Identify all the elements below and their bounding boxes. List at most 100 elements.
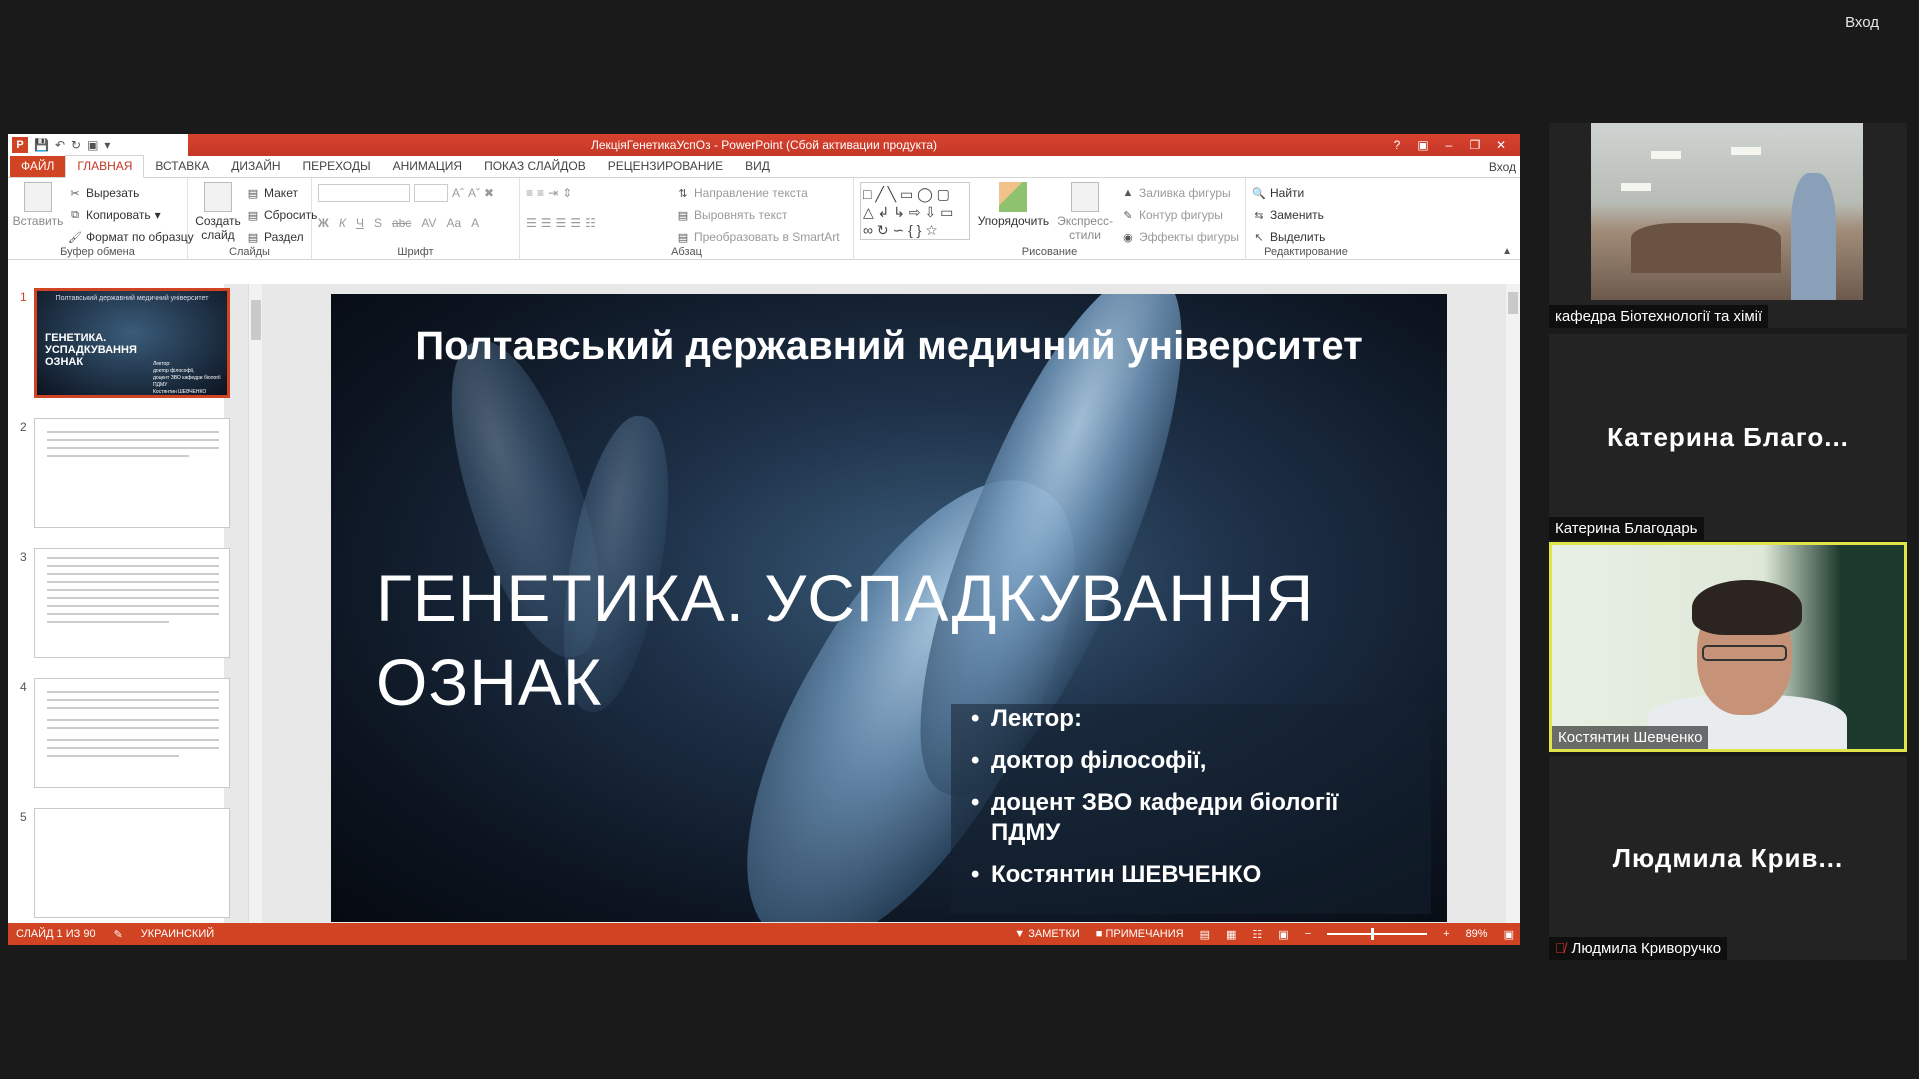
help-icon[interactable]: ?	[1384, 134, 1410, 156]
font-size-input[interactable]	[414, 184, 448, 202]
tab-transitions[interactable]: ПЕРЕХОДЫ	[292, 156, 382, 177]
thumbnail-scrollbar[interactable]	[248, 284, 262, 923]
replace-button[interactable]: ⇆ Заменить	[1252, 204, 1360, 226]
bullets-icon[interactable]: ≡	[526, 186, 533, 200]
text-direction-button[interactable]: ⇅ Направление текста	[676, 182, 840, 204]
login-link[interactable]: Вход	[1489, 160, 1516, 174]
window-title: ЛекціяГенетикаУспОз - PowerPoint (Сбой а…	[590, 138, 938, 152]
thumb-number: 1	[20, 290, 27, 304]
shape-fill-button[interactable]: ▲ Заливка фигуры	[1121, 182, 1239, 204]
shape-effects-button[interactable]: ◉ Эффекты фигуры	[1121, 226, 1239, 248]
reading-view-icon[interactable]: ☷	[1252, 928, 1262, 941]
align-center-icon[interactable]: ☰	[541, 216, 552, 230]
thumb-slide-5[interactable]	[34, 808, 230, 918]
font-color-button[interactable]: A	[471, 216, 479, 230]
shadow-button[interactable]: S	[374, 216, 382, 230]
paste-button[interactable]: Вставить	[13, 182, 63, 248]
zoom-slider[interactable]	[1327, 928, 1428, 940]
normal-view-icon[interactable]: ▤	[1200, 928, 1210, 941]
customize-icon[interactable]: ▾	[104, 138, 110, 152]
participant-tile-active-speaker[interactable]: Костянтин Шевченко	[1549, 542, 1907, 752]
bold-button[interactable]: Ж	[318, 216, 329, 230]
participant-tile[interactable]: Катерина Благо... Катерина Благодарь	[1549, 334, 1907, 540]
powerpoint-logo-icon: P	[12, 137, 28, 153]
grow-font-icon[interactable]: Aˆ	[452, 186, 464, 200]
quick-access-toolbar: P 💾 ↶ ↻ ▣ ▾	[8, 134, 188, 156]
underline-button[interactable]: Ч	[356, 216, 364, 230]
thumb-slide-3[interactable]	[34, 548, 230, 658]
start-show-icon[interactable]: ▣	[87, 138, 98, 152]
align-right-icon[interactable]: ☰	[556, 216, 567, 230]
align-text-button[interactable]: ▤ Выровнять текст	[676, 204, 840, 226]
section-button[interactable]: ▤ Раздел	[246, 226, 317, 248]
thumb-number: 3	[20, 550, 27, 564]
font-name-input[interactable]	[318, 184, 410, 202]
case-button[interactable]: Aa	[446, 216, 461, 230]
shrink-font-icon[interactable]: Aˇ	[468, 186, 480, 200]
spellcheck-icon[interactable]: ✎	[114, 928, 123, 941]
format-painter-button[interactable]: 🖌 Формат по образцу	[68, 226, 194, 248]
save-icon[interactable]: 💾	[34, 138, 49, 152]
shape-outline-button[interactable]: ✎ Контур фигуры	[1121, 204, 1239, 226]
participant-display-name: Людмила Крив...	[1612, 842, 1844, 873]
align-buttons[interactable]: ☰ ☰ ☰ ☰ ☷	[526, 212, 666, 234]
smartart-icon: ▤	[677, 231, 689, 244]
slide-canvas[interactable]: Полтавський державний медичний університ…	[331, 294, 1447, 922]
tab-design[interactable]: ДИЗАЙН	[220, 156, 291, 177]
slideshow-view-icon[interactable]: ▣	[1278, 928, 1288, 941]
thumb-slide-2[interactable]	[34, 418, 230, 528]
reset-button[interactable]: ▤ Сбросить	[246, 204, 318, 226]
clear-format-icon[interactable]: ✖	[484, 186, 494, 200]
signin-link[interactable]: Вход	[1845, 14, 1879, 31]
zoom-out-button[interactable]: −	[1305, 928, 1311, 940]
thumb-slide-4[interactable]	[34, 678, 230, 788]
tab-view[interactable]: ВИД	[734, 156, 781, 177]
select-button[interactable]: ↖ Выделить	[1252, 226, 1360, 248]
collapse-ribbon-icon[interactable]: ▲	[1502, 246, 1512, 257]
minimize-icon[interactable]: –	[1436, 134, 1462, 156]
justify-icon[interactable]: ☰	[570, 216, 581, 230]
tab-home[interactable]: ГЛАВНАЯ	[65, 155, 145, 178]
new-slide-button[interactable]: Создать слайд	[194, 182, 242, 248]
tab-insert[interactable]: ВСТАВКА	[144, 156, 220, 177]
close-icon[interactable]: ✕	[1488, 134, 1514, 156]
list-buttons[interactable]: ≡ ≡ ⇥ ⇕	[526, 182, 666, 204]
ribbon-display-icon[interactable]: ▣	[1410, 134, 1436, 156]
shapes-gallery[interactable]: □ ╱ ╲ ▭ ◯ ▢ △ ↲ ↳ ⇨ ⇩ ▭ ∞ ↻ ∽ { } ☆	[860, 182, 970, 240]
tab-review[interactable]: РЕЦЕНЗИРОВАНИЕ	[597, 156, 734, 177]
numbering-icon[interactable]: ≡	[537, 186, 544, 200]
new-slide-icon	[204, 182, 232, 212]
find-button[interactable]: 🔍 Найти	[1252, 182, 1360, 204]
participant-tile[interactable]: Людмила Крив... 🎙̸ Людмила Криворучко	[1549, 756, 1907, 960]
comments-button[interactable]: ■ ПРИМЕЧАНИЯ	[1096, 928, 1184, 940]
participant-tile[interactable]: кафедра Біотехнології та хімії	[1549, 123, 1907, 328]
tab-file[interactable]: ФАЙЛ	[10, 156, 66, 177]
layout-button[interactable]: ▤ Макет	[246, 182, 317, 204]
smartart-button[interactable]: ▤ Преобразовать в SmartArt	[676, 226, 840, 248]
indent-icon[interactable]: ⇥	[548, 186, 558, 200]
undo-icon[interactable]: ↶	[55, 138, 65, 152]
quick-styles-button[interactable]: Экспресс-стили	[1057, 182, 1113, 248]
language-indicator[interactable]: УКРАИНСКИЙ	[141, 928, 214, 941]
tab-animation[interactable]: АНИМАЦИЯ	[382, 156, 473, 177]
zoom-level[interactable]: 89%	[1466, 928, 1488, 940]
cut-button[interactable]: ✂ Вырезать	[68, 182, 194, 204]
arrange-button[interactable]: Упорядочить	[978, 182, 1049, 248]
sorter-view-icon[interactable]: ▦	[1226, 928, 1236, 941]
strike-button[interactable]: abc	[392, 216, 411, 230]
slide-scrollbar[interactable]	[1506, 284, 1520, 923]
spacing-button[interactable]: AV	[421, 216, 436, 230]
italic-button[interactable]: К	[339, 216, 346, 230]
zoom-in-button[interactable]: +	[1443, 928, 1449, 940]
redo-icon[interactable]: ↻	[71, 138, 81, 152]
line-spacing-icon[interactable]: ⇕	[562, 186, 572, 200]
fit-slide-icon[interactable]: ▣	[1504, 928, 1514, 941]
notes-button[interactable]: ▼ ЗАМЕТКИ	[1014, 928, 1079, 940]
restore-icon[interactable]: ❐	[1462, 134, 1488, 156]
columns-icon[interactable]: ☷	[585, 216, 596, 230]
align-left-icon[interactable]: ☰	[526, 216, 537, 230]
copy-button[interactable]: ⧉ Копировать ▾	[68, 204, 194, 226]
workspace: 1 Полтавський державний медичний універс…	[8, 284, 1520, 923]
tab-slideshow[interactable]: ПОКАЗ СЛАЙДОВ	[473, 156, 597, 177]
thumb-slide-1[interactable]: Полтавський державний медичний університ…	[34, 288, 230, 398]
